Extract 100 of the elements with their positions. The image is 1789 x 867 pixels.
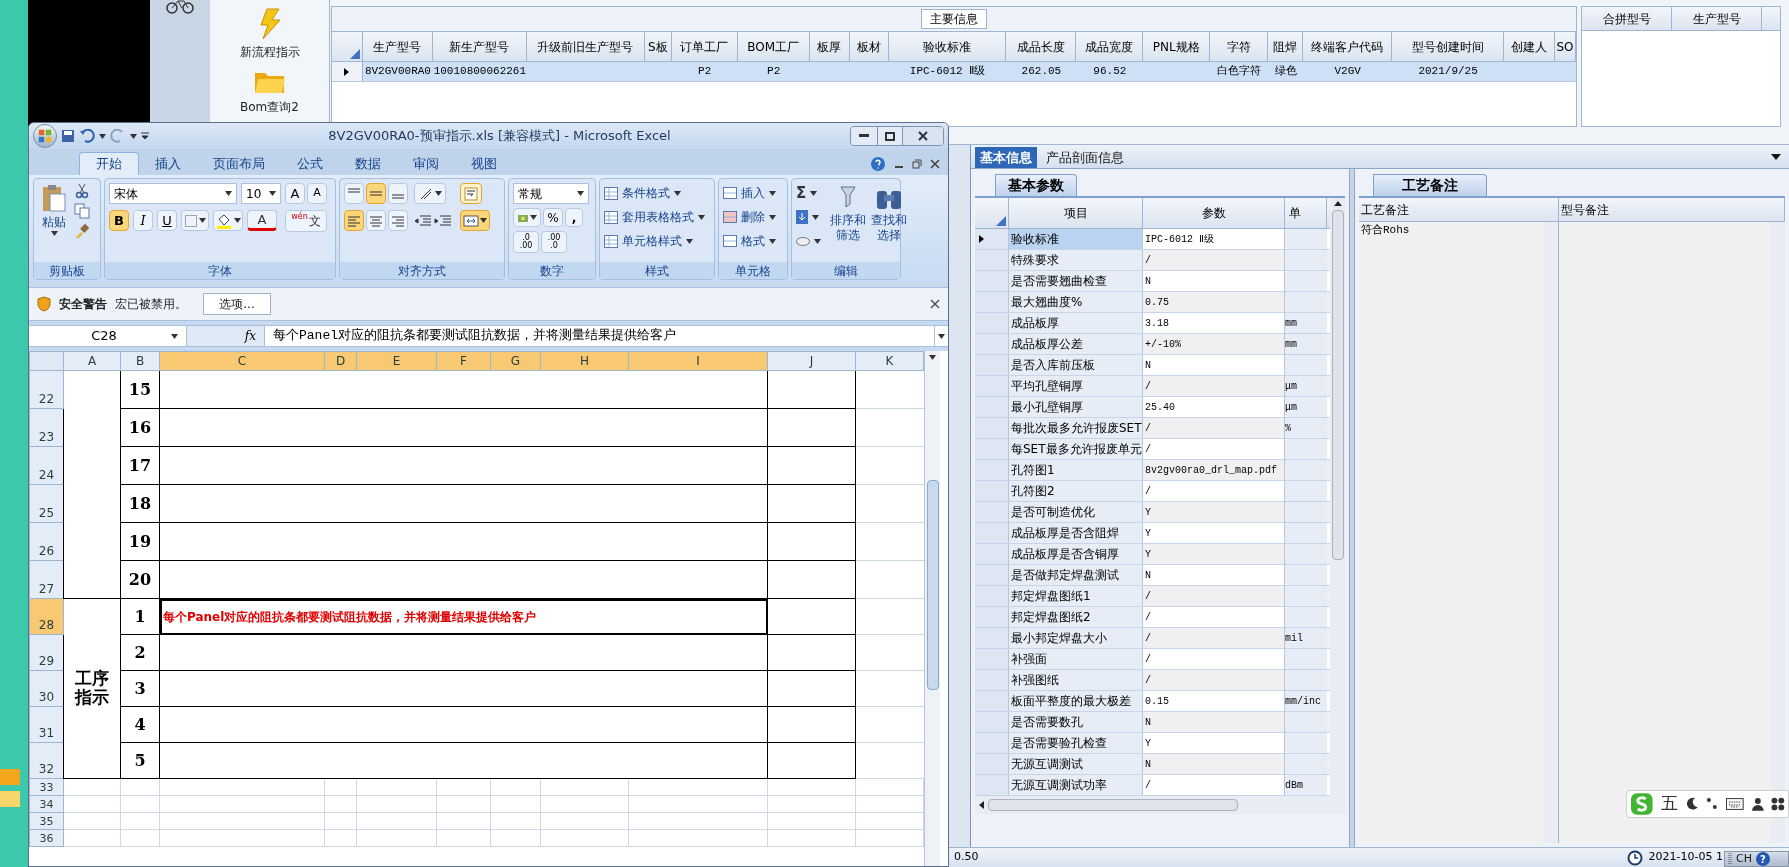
- ribbon-tab[interactable]: 页面布局: [197, 152, 281, 175]
- increase-indent-icon[interactable]: [434, 213, 452, 228]
- input-mode[interactable]: 五: [1660, 791, 1678, 817]
- copy-icon[interactable]: [74, 203, 90, 219]
- ribbon-tab[interactable]: 插入: [139, 152, 197, 175]
- orientation-button[interactable]: [414, 183, 446, 204]
- border-button[interactable]: [181, 210, 209, 231]
- format-button[interactable]: U: [157, 210, 177, 231]
- ribbon-tab[interactable]: 公式: [281, 152, 339, 175]
- style-menu-button[interactable]: 条件格式: [604, 183, 705, 203]
- undo-icon[interactable]: [79, 129, 95, 143]
- fill-button[interactable]: [796, 207, 821, 227]
- column-header[interactable]: D: [324, 351, 357, 371]
- splitter[interactable]: [1349, 169, 1355, 847]
- column-header[interactable]: 项目: [1009, 198, 1143, 228]
- ribbon-tab[interactable]: 数据: [339, 152, 397, 175]
- panel-tab[interactable]: 基本信息: [975, 147, 1037, 168]
- column-header[interactable]: 成品长度: [1006, 32, 1077, 61]
- user-icon[interactable]: [1750, 797, 1765, 811]
- select-all-corner[interactable]: [29, 351, 64, 371]
- style-menu-button[interactable]: 单元格样式: [604, 231, 705, 251]
- font-name-field[interactable]: 宋体: [109, 183, 237, 204]
- column-header[interactable]: 参数: [1143, 198, 1285, 228]
- close-button[interactable]: [903, 127, 943, 145]
- font-color-button[interactable]: A: [247, 210, 277, 231]
- column-header[interactable]: 板厚: [809, 32, 850, 61]
- column-header[interactable]: 终端客户代码: [1303, 32, 1393, 61]
- panel-tab[interactable]: 产品剖面信息: [1041, 147, 1129, 168]
- column-header[interactable]: 生产型号: [362, 32, 433, 61]
- vertical-align-button[interactable]: [344, 183, 364, 204]
- merge-center-button[interactable]: [460, 210, 490, 231]
- punctuation-icon[interactable]: [1705, 797, 1719, 811]
- column-header[interactable]: 验收标准: [888, 32, 1007, 61]
- shrink-font-button[interactable]: A: [307, 183, 327, 204]
- column-header[interactable]: 板材: [849, 32, 889, 61]
- options-button[interactable]: 选项...: [203, 293, 271, 315]
- ribbon-tab[interactable]: 审阅: [397, 152, 455, 175]
- column-header[interactable]: 型号创建时间: [1392, 32, 1505, 61]
- expand-formula-button[interactable]: [934, 326, 948, 346]
- row-header[interactable]: 24: [29, 446, 64, 485]
- sub-tab[interactable]: 基本参数: [995, 174, 1077, 196]
- horizontal-align-button[interactable]: [366, 210, 386, 231]
- close-icon[interactable]: [930, 299, 940, 309]
- language-bar[interactable]: CH ?: [1724, 851, 1789, 867]
- column-header[interactable]: 订单工厂: [671, 32, 738, 61]
- font-size-field[interactable]: 10: [241, 183, 281, 204]
- cut-icon[interactable]: [74, 183, 90, 199]
- percent-button[interactable]: %: [543, 208, 563, 227]
- column-header[interactable]: C: [159, 351, 325, 371]
- help-icon[interactable]: [870, 156, 886, 172]
- bicycle-icon[interactable]: [166, 0, 194, 14]
- column-header[interactable]: S板: [644, 32, 672, 61]
- column-header[interactable]: 成品宽度: [1076, 32, 1144, 61]
- formula-field[interactable]: 每个Panel对应的阻抗条都要测试阻抗数据，并将测量结果提供给客户: [265, 326, 934, 346]
- office-button[interactable]: [33, 124, 57, 148]
- column-header[interactable]: 字符: [1210, 32, 1269, 61]
- customize-icon[interactable]: [141, 132, 149, 140]
- minimize-button[interactable]: [851, 127, 877, 145]
- decrease-indent-icon[interactable]: [414, 213, 432, 228]
- column-header[interactable]: 合拼型号: [1582, 7, 1672, 30]
- vertical-scrollbar[interactable]: [1770, 222, 1785, 843]
- grow-font-button[interactable]: A: [285, 183, 305, 204]
- row-header[interactable]: 22: [29, 370, 64, 409]
- column-header[interactable]: K: [855, 351, 924, 371]
- save-icon[interactable]: [61, 129, 75, 143]
- row-header[interactable]: 29: [29, 634, 64, 671]
- fx-label[interactable]: fx: [244, 327, 256, 345]
- restore-icon[interactable]: [912, 159, 922, 169]
- vertical-scrollbar[interactable]: [1330, 198, 1345, 796]
- format-button[interactable]: I: [133, 210, 153, 231]
- moon-icon[interactable]: [1684, 797, 1699, 811]
- maximize-button[interactable]: [877, 127, 903, 145]
- comma-button[interactable]: ,: [565, 208, 583, 227]
- column-header[interactable]: E: [356, 351, 437, 371]
- column-header[interactable]: 阻焊: [1268, 32, 1304, 61]
- row-header[interactable]: 23: [29, 408, 64, 447]
- row-header[interactable]: 30: [29, 670, 64, 707]
- dropdown-icon[interactable]: [1771, 154, 1781, 160]
- horizontal-scrollbar[interactable]: [975, 796, 1345, 814]
- decimal-button[interactable]: .0 .00: [513, 231, 539, 253]
- column-header[interactable]: A: [63, 351, 121, 371]
- column-header[interactable]: G: [490, 351, 541, 371]
- column-header[interactable]: BOM工厂: [737, 32, 810, 61]
- sidebar-item[interactable]: Bom查询2: [240, 69, 299, 116]
- wrap-text-button[interactable]: [460, 183, 482, 204]
- horizontal-align-button[interactable]: [388, 210, 408, 231]
- paste-button[interactable]: 粘贴: [38, 183, 70, 236]
- row-header[interactable]: 25: [29, 484, 64, 523]
- column-header[interactable]: I: [628, 351, 768, 371]
- grid-icon[interactable]: [1771, 797, 1785, 811]
- vertical-align-button[interactable]: [366, 183, 386, 204]
- column-header[interactable]: H: [540, 351, 629, 371]
- table-row[interactable]: 8V2GV00RA0 10010800062261 P2 P2 IPC-6012 Ⅱ级 262.05 96.52 白色字符 绿色 V2GV 2021/9/25: [332, 62, 1576, 82]
- vertical-scrollbar[interactable]: [1543, 222, 1558, 843]
- ime-toolbar[interactable]: 五: [1626, 790, 1789, 818]
- column-header[interactable]: PNL规格: [1143, 32, 1211, 61]
- cells-menu-button[interactable]: 插入: [723, 183, 776, 203]
- vertical-scrollbar[interactable]: [924, 351, 940, 866]
- row-header[interactable]: 32: [29, 742, 64, 779]
- row-header[interactable]: 28: [29, 598, 64, 635]
